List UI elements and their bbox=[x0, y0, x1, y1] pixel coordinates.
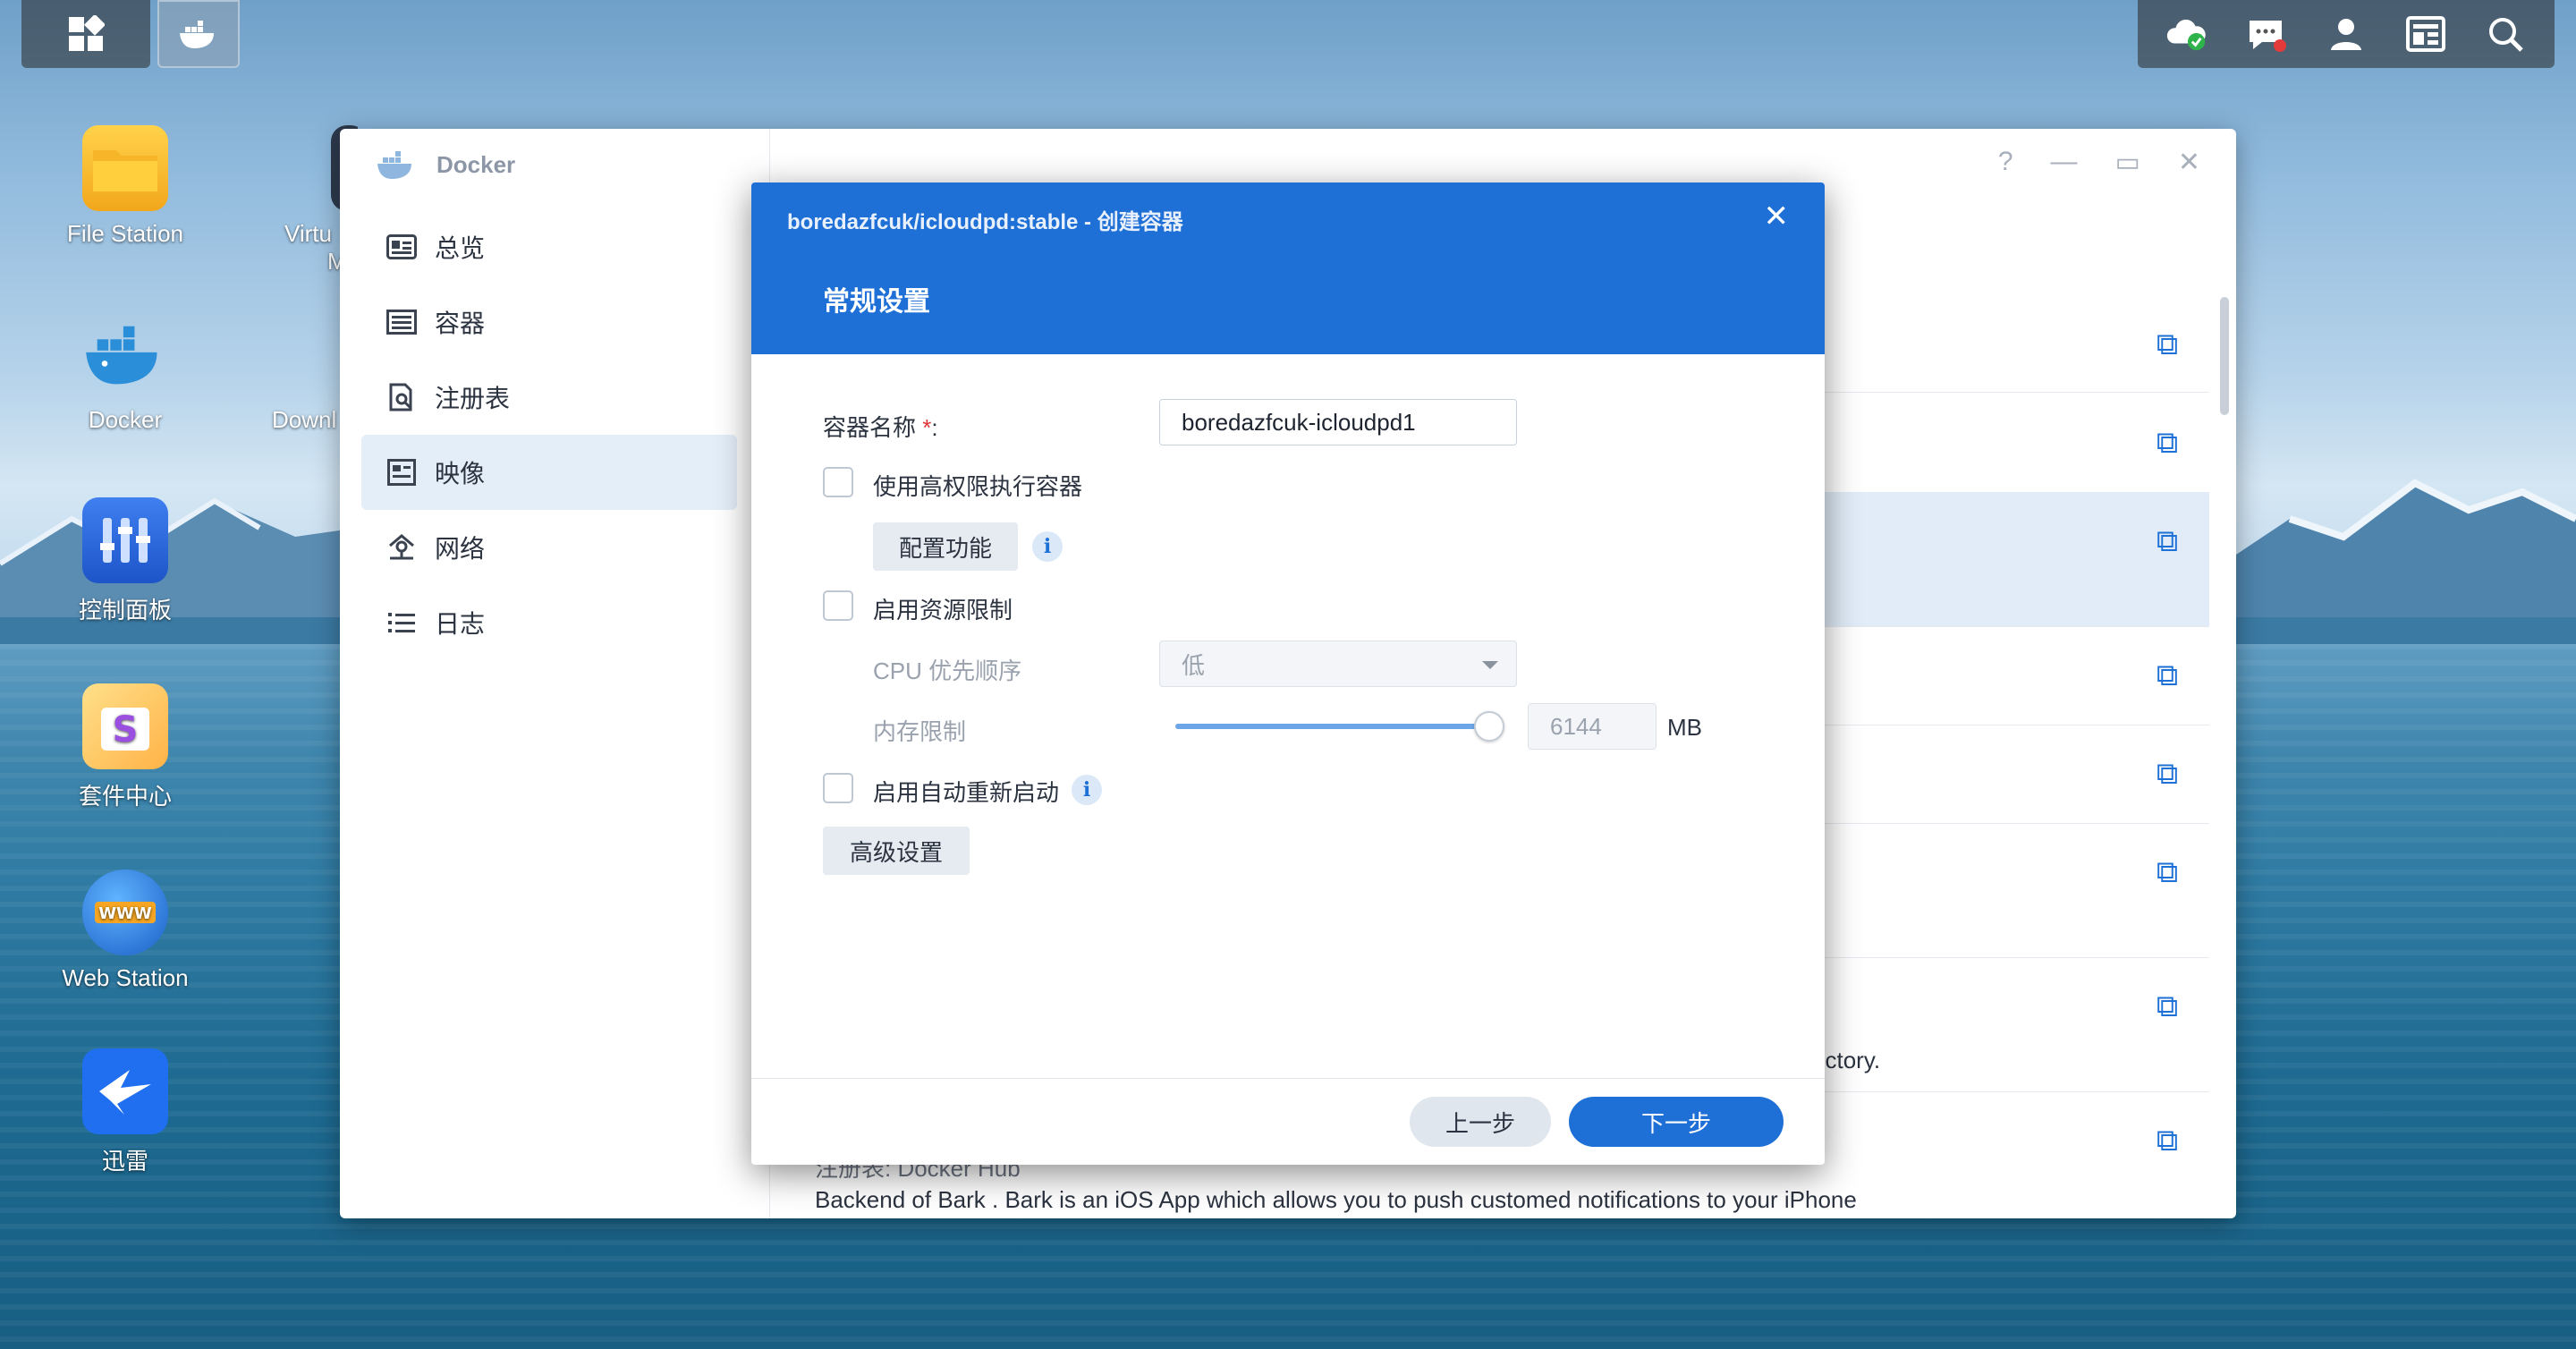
external-link-icon[interactable]: ⧉ bbox=[2152, 759, 2182, 789]
external-link-icon[interactable]: ⧉ bbox=[2152, 1125, 2182, 1156]
container-name-input[interactable]: boredazfcuk-icloudpd1 bbox=[1159, 399, 1517, 445]
next-button[interactable]: 下一步 bbox=[1569, 1097, 1784, 1147]
control-panel-icon bbox=[82, 497, 168, 583]
auto-restart-label: 启用自动重新启动 bbox=[873, 779, 1060, 806]
desktop-icon-label: 控制面板 bbox=[78, 597, 172, 624]
package-center-icon: S bbox=[82, 683, 168, 769]
external-link-icon[interactable]: ⧉ bbox=[2152, 857, 2182, 887]
docker-icon bbox=[377, 151, 411, 179]
sidebar-item-label: 注册表 bbox=[435, 385, 511, 412]
chevron-down-icon bbox=[1482, 661, 1498, 669]
info-icon[interactable]: i bbox=[1032, 531, 1063, 562]
cpu-priority-value: 低 bbox=[1182, 651, 1206, 679]
previous-button[interactable]: 上一步 bbox=[1410, 1097, 1551, 1147]
sidebar-item-network[interactable]: 网络 bbox=[361, 510, 737, 585]
sidebar-item-registry[interactable]: 注册表 bbox=[361, 360, 737, 435]
dialog-title: boredazfcuk/icloudpd:stable - 创建容器 bbox=[787, 210, 1183, 234]
dialog-header: boredazfcuk/icloudpd:stable - 创建容器 ✕ 常规设… bbox=[751, 182, 1825, 354]
container-icon bbox=[385, 305, 419, 339]
create-container-dialog: boredazfcuk/icloudpd:stable - 创建容器 ✕ 常规设… bbox=[751, 182, 1825, 1165]
image-description: Backend of Bark . Bark is an iOS App whi… bbox=[815, 1186, 1857, 1213]
xunlei-bird-icon bbox=[82, 1048, 168, 1134]
memory-unit-label: MB bbox=[1667, 714, 1702, 741]
sidebar-item-container[interactable]: 容器 bbox=[361, 284, 737, 360]
memory-limit-input[interactable]: 6144 bbox=[1528, 703, 1657, 750]
taskbar-docker-button[interactable] bbox=[157, 0, 240, 68]
advanced-settings-button[interactable]: 高级设置 bbox=[823, 827, 970, 875]
cloud-sync-icon[interactable] bbox=[2165, 13, 2208, 55]
folder-icon bbox=[82, 125, 168, 211]
external-link-icon[interactable]: ⧉ bbox=[2152, 660, 2182, 691]
web-station-icon: WWW bbox=[82, 870, 168, 955]
main-menu-button[interactable] bbox=[21, 0, 150, 68]
taskbar-right bbox=[2138, 0, 2555, 68]
window-title: Docker bbox=[436, 150, 516, 178]
desktop-icon-label: Web Station bbox=[62, 964, 189, 991]
desktop-icon-label: 套件中心 bbox=[78, 783, 172, 810]
resource-limit-checkbox[interactable] bbox=[823, 590, 853, 621]
user-icon[interactable] bbox=[2325, 13, 2368, 55]
scrollbar[interactable] bbox=[2220, 297, 2229, 415]
sidebar-item-label: 网络 bbox=[435, 535, 486, 563]
memory-limit-label: 内存限制 bbox=[873, 718, 967, 745]
sidebar-item-label: 日志 bbox=[435, 610, 486, 638]
resource-limit-label: 启用资源限制 bbox=[873, 597, 1013, 624]
dialog-section-title: 常规设置 bbox=[823, 287, 930, 317]
log-icon bbox=[385, 606, 419, 640]
desktop-icon-label: File Station bbox=[66, 220, 184, 247]
notification-icon[interactable] bbox=[2245, 13, 2288, 55]
sidebar-item-label: 映像 bbox=[435, 460, 486, 488]
svg-text:WWW: WWW bbox=[98, 904, 152, 923]
sidebar: 总览 容器 注册表 映像 网络 日志 bbox=[361, 209, 737, 660]
privileged-checkbox[interactable] bbox=[823, 467, 853, 497]
search-icon[interactable] bbox=[2484, 13, 2527, 55]
required-mark: * bbox=[922, 414, 932, 441]
container-name-label: 容器名称 *: bbox=[823, 414, 938, 441]
desktop-icon-package-center[interactable]: S 套件中心 bbox=[36, 683, 215, 811]
close-icon[interactable]: ✕ bbox=[1764, 199, 1790, 234]
registry-icon bbox=[385, 380, 419, 414]
main-menu-icon bbox=[69, 15, 105, 51]
desktop-icon-label: Docker bbox=[88, 406, 163, 433]
external-link-icon[interactable]: ⧉ bbox=[2152, 428, 2182, 458]
dialog-footer: 上一步 下一步 bbox=[751, 1078, 1825, 1165]
desktop-icon-xunlei[interactable]: 迅雷 bbox=[36, 1048, 215, 1176]
auto-restart-checkbox[interactable] bbox=[823, 773, 853, 803]
taskbar-left bbox=[21, 0, 286, 68]
sidebar-item-image[interactable]: 映像 bbox=[361, 435, 737, 510]
sidebar-item-label: 总览 bbox=[435, 234, 486, 262]
cpu-priority-label: CPU 优先顺序 bbox=[873, 658, 1022, 684]
memory-slider[interactable] bbox=[1175, 708, 1504, 744]
slider-track bbox=[1175, 724, 1489, 729]
docker-icon bbox=[82, 311, 168, 397]
sidebar-item-overview[interactable]: 总览 bbox=[361, 209, 737, 284]
privileged-label: 使用高权限执行容器 bbox=[873, 473, 1083, 500]
slider-thumb[interactable] bbox=[1474, 711, 1504, 742]
desktop-icon-docker[interactable]: Docker bbox=[36, 311, 215, 434]
info-icon[interactable]: i bbox=[1072, 775, 1102, 805]
external-link-icon[interactable]: ⧉ bbox=[2152, 991, 2182, 1022]
image-icon bbox=[385, 455, 419, 489]
sidebar-item-log[interactable]: 日志 bbox=[361, 585, 737, 660]
network-icon bbox=[385, 530, 419, 564]
external-link-icon[interactable]: ⧉ bbox=[2152, 526, 2182, 556]
overview-icon bbox=[385, 230, 419, 264]
widgets-icon[interactable] bbox=[2404, 13, 2447, 55]
desktop-icon-control-panel[interactable]: 控制面板 bbox=[36, 497, 215, 625]
cpu-priority-select[interactable]: 低 bbox=[1159, 641, 1517, 687]
svg-text:S: S bbox=[113, 709, 139, 751]
config-capabilities-button[interactable]: 配置功能 bbox=[873, 522, 1018, 571]
docker-icon bbox=[180, 21, 214, 48]
desktop-icon-web-station[interactable]: WWW Web Station bbox=[36, 870, 215, 992]
desktop-icon-file-station[interactable]: File Station bbox=[36, 125, 215, 248]
desktop-icon-label: 迅雷 bbox=[101, 1148, 148, 1175]
sidebar-item-label: 容器 bbox=[435, 310, 486, 337]
external-link-icon[interactable]: ⧉ bbox=[2152, 329, 2182, 360]
